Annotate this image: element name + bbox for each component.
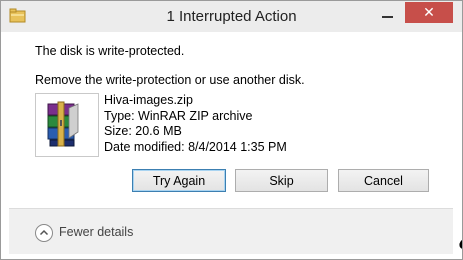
watermark-logo: هیوا شبکه bbox=[456, 215, 463, 260]
svg-text:هیوا شبکه: هیوا شبکه bbox=[457, 216, 462, 259]
dialog-window: 1 Interrupted Action ✕ The disk is write… bbox=[0, 0, 463, 260]
